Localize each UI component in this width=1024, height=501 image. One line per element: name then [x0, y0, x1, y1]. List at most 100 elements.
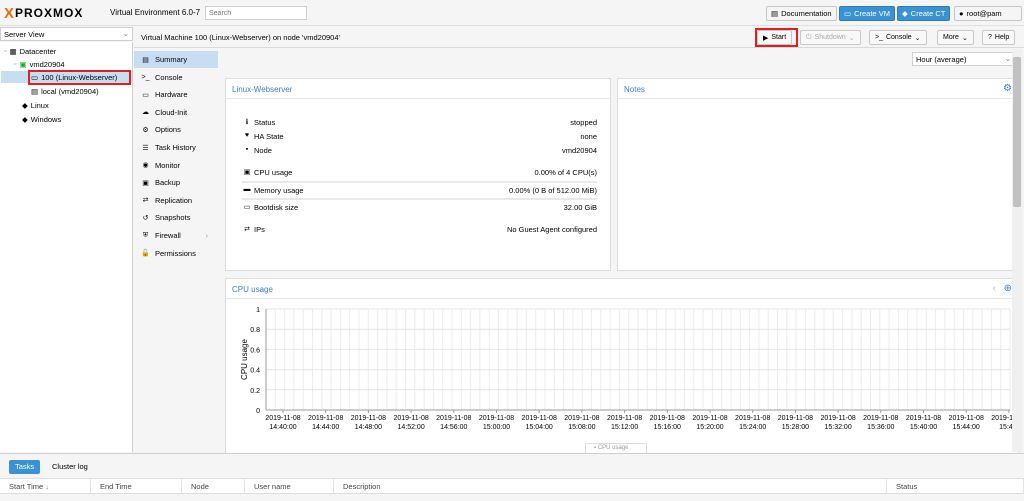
row-label: Memory usage — [254, 186, 304, 195]
x-tick-date: 2019-11-08 — [351, 415, 386, 422]
nav-label: Replication — [155, 195, 193, 205]
x-tick-date: 2019-11-08 — [735, 415, 770, 422]
column-header-status[interactable]: Status — [887, 479, 1024, 494]
chevron-down-icon: ⌄ — [848, 34, 855, 42]
tab-cluster-log[interactable]: Cluster log — [46, 460, 94, 474]
cpu-panel: CPU usage ‹ ⊕ 0 0.2 0.4 0.6 0.8 1 CPU usage 201… — [225, 278, 1019, 454]
more-button[interactable]: More ⌄ — [937, 30, 974, 45]
status-panel: Linux-Webserver ℹ Status stopped ♥ HA State n… — [225, 78, 611, 271]
console-icon: >_ — [141, 73, 150, 81]
help-button[interactable]: ? Help — [982, 30, 1016, 45]
column-header-start-time[interactable]: Start Time ↓ — [0, 479, 91, 494]
x-tick-date: 2019-11-08 — [393, 415, 428, 422]
x-tick-time: 15:20:00 — [696, 424, 723, 431]
x-tick-time: 14:44:00 — [312, 424, 339, 431]
replication-icon: ⇄ — [142, 197, 149, 205]
nav-replication[interactable]: ⇄ Replication — [134, 192, 218, 209]
x-tick-date: 2019-11-08 — [479, 415, 514, 422]
x-tick-date: 2019-11-08 — [607, 415, 642, 422]
chevron-down-icon: ⌄ — [122, 29, 129, 38]
y-tick-label: 0.6 — [250, 347, 260, 354]
x-tick-time: 15:32:00 — [824, 424, 851, 431]
cpu-icon: ▣ — [243, 169, 251, 176]
server-online-icon: ▣ — [19, 59, 27, 69]
x-tick-time: 15:24:00 — [739, 424, 766, 431]
sort-arrow-icon: ↓ — [43, 482, 50, 491]
status-row-memory-usage: ▬ Memory usage 0.00% (0 B of 512.00 MiB) — [242, 186, 598, 198]
tree-datacenter[interactable]: ▫ ▦ Datacenter — [4, 45, 56, 57]
nav-hardware[interactable]: ▭ Hardware — [134, 86, 218, 103]
documentation-button[interactable]: ▤ Documentation — [766, 6, 837, 21]
tab-tasks[interactable]: Tasks — [9, 460, 41, 474]
x-tick-time: 15:16:00 — [654, 424, 681, 431]
column-header-end-time[interactable]: End Time — [91, 479, 182, 494]
column-header-node[interactable]: Node — [182, 479, 245, 494]
tree-pool-linux[interactable]: ◆ Linux — [22, 99, 49, 111]
nav-options[interactable]: ⚙ Options — [134, 121, 218, 138]
x-tick-date: 2019-11-08 — [522, 415, 557, 422]
network-icon: ⇄ — [244, 226, 250, 233]
x-tick-time: 15:40:00 — [910, 424, 937, 431]
tree-storage[interactable]: ▤ local (vmd20904) — [31, 85, 99, 97]
row-label: HA State — [254, 132, 284, 141]
row-label: Status — [254, 118, 276, 127]
scrollbar-thumb[interactable] — [1013, 57, 1021, 207]
top-bar: X PROXMOX Virtual Environment 6.0-7 ▤Doc… — [0, 0, 1024, 26]
nav-snapshots[interactable]: ↺ Snapshots — [134, 209, 218, 226]
monitor-icon: ◉ — [142, 162, 149, 170]
shutdown-button[interactable]: ⏻ Shutdown ⌄ — [800, 30, 861, 45]
nav-summary[interactable]: ▤ Summary — [134, 51, 218, 68]
nav-console[interactable]: >_ Console — [134, 69, 218, 86]
resource-tree: ▫ ▦ Datacenter ▫ ▣ vmd20904 ▭ 100 (Linux… — [0, 42, 133, 452]
status-row-ha-state: ♥ HA State none — [242, 132, 597, 144]
tag-icon: ◆ — [22, 100, 28, 110]
timeframe-selector[interactable]: Hour (average) ⌄ — [912, 52, 1015, 66]
view-selector[interactable]: Server View ⌄ — [0, 27, 133, 41]
task-table-header: Start Time ↓ End Time Node User name Descrip… — [0, 478, 1024, 494]
chevron-down-icon: ⌄ — [1004, 54, 1011, 63]
status-row-bootdisk-size: ▭ Bootdisk size 32.00 GiB — [242, 203, 597, 215]
main-scrollbar[interactable] — [1012, 49, 1022, 452]
status-row-cpu-usage: ▣ CPU usage 0.00% of 4 CPU(s) — [242, 168, 597, 180]
status-row-ips: ⇄ IPs No Guest Agent configured — [242, 225, 597, 237]
permissions-icon: 🔓 — [141, 250, 150, 258]
user-menu-button[interactable]: ● root@pam — [954, 6, 1022, 21]
search-input[interactable] — [205, 6, 307, 20]
row-value: 0.00% (0 B of 512.00 MiB) — [509, 186, 597, 195]
status-panel-title: Linux-Webserver — [232, 85, 293, 94]
x-tick-date: 2019-11-08 — [308, 415, 343, 422]
create-ct-button[interactable]: ◆ Create CT — [897, 6, 951, 21]
version-label: Virtual Environment 6.0-7 — [110, 8, 201, 17]
nav-label: Hardware — [155, 90, 188, 100]
nav-backup[interactable]: ▣ Backup — [134, 174, 218, 191]
chevron-down-icon: ⌄ — [914, 34, 921, 42]
monitor-icon: ▭ — [844, 9, 852, 18]
nav-task-history[interactable]: ☰ Task History — [134, 139, 218, 156]
nav-monitor[interactable]: ◉ Monitor — [134, 157, 218, 174]
y-tick-label: 0.2 — [250, 388, 260, 395]
y-tick-label: 0.4 — [250, 368, 260, 375]
tree-pool-windows[interactable]: ◆ Windows — [22, 113, 61, 125]
bottom-panel: Tasks Cluster log Start Time ↓ End Time No… — [0, 453, 1024, 501]
x-tick-time: 15:44:00 — [953, 424, 980, 431]
y-tick-label: 0.8 — [250, 327, 260, 334]
logo-word: PROXMOX — [15, 6, 84, 20]
chevron-down-icon: ⌄ — [961, 34, 968, 42]
x-tick-time: 15:36:00 — [867, 424, 894, 431]
column-header-description[interactable]: Description — [334, 479, 887, 494]
nav-firewall[interactable]: ⛨ Firewall › — [134, 227, 218, 244]
console-button[interactable]: >_ Console ⌄ — [869, 30, 927, 45]
gear-icon[interactable]: ⚙ — [1003, 83, 1012, 94]
y-axis-label: CPU usage — [240, 339, 249, 380]
summary-main: Hour (average) ⌄ Linux-Webserver ℹ Status s… — [219, 49, 1022, 454]
tree-node[interactable]: ▫ ▣ vmd20904 — [14, 58, 65, 70]
x-tick-time: 15:08:00 — [568, 424, 595, 431]
nav-permissions[interactable]: 🔓 Permissions — [134, 245, 218, 262]
firewall-icon: ⛨ — [142, 231, 149, 239]
disk-icon: ▭ — [243, 204, 251, 211]
nav-cloud-init[interactable]: ☁ Cloud-Init — [134, 104, 218, 121]
create-vm-button[interactable]: ▭ Create VM — [839, 6, 895, 21]
column-header-user-name[interactable]: User name — [245, 479, 334, 494]
collapse-icon: ▫ — [14, 60, 17, 68]
x-tick-date: 2019-11-08 — [650, 415, 685, 422]
